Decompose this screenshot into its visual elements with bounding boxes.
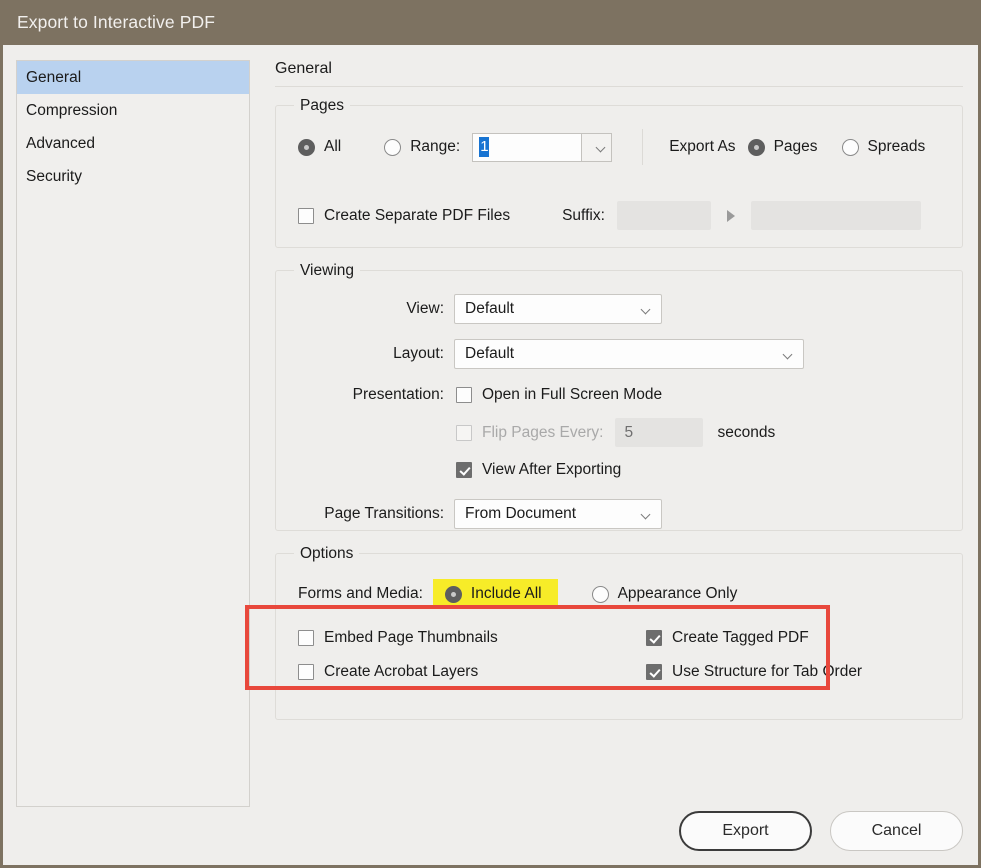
flip-pages-every-label: Flip Pages Every:: [482, 423, 604, 441]
pages-range-label: Range:: [410, 138, 461, 155]
page-range-input[interactable]: 1: [472, 132, 583, 162]
dialog-footer: Export Cancel: [679, 811, 963, 851]
page-transitions-value: From Document: [465, 505, 577, 522]
include-all-highlight: Include All: [432, 579, 558, 609]
presentation-label: Presentation:: [352, 386, 444, 403]
sidebar-item-label: General: [26, 69, 82, 86]
chevron-down-icon: [596, 144, 607, 151]
cancel-button-label: Cancel: [871, 822, 922, 839]
view-value: Default: [465, 300, 515, 317]
export-as-pages-label: Pages: [773, 138, 818, 155]
layout-value: Default: [465, 345, 515, 362]
view-after-exporting-label: View After Exporting: [482, 461, 622, 478]
include-all-radio[interactable]: [444, 585, 462, 603]
chevron-down-icon: [783, 351, 794, 358]
options-group: Options Forms and Media: Include All App…: [275, 545, 963, 720]
flip-seconds-value: 5: [624, 423, 634, 441]
dialog-title: Export to Interactive PDF: [17, 12, 215, 32]
embed-page-thumbnails-label: Embed Page Thumbnails: [324, 629, 498, 646]
use-structure-for-tab-order-label: Use Structure for Tab Order: [672, 663, 863, 680]
sidebar-item-advanced[interactable]: Advanced: [17, 127, 249, 160]
sidebar-item-security[interactable]: Security: [17, 160, 249, 193]
create-acrobat-layers-checkbox[interactable]: [298, 664, 314, 680]
page-transitions-label: Page Transitions:: [324, 505, 444, 522]
sidebar-item-label: Advanced: [26, 135, 95, 152]
export-to-interactive-pdf-dialog: Export to Interactive PDF General Compre…: [0, 0, 981, 868]
view-after-exporting-checkbox[interactable]: [456, 462, 472, 478]
flip-seconds-input[interactable]: 5: [615, 418, 704, 447]
export-button-label: Export: [722, 822, 769, 839]
settings-category-list[interactable]: General Compression Advanced Security: [16, 60, 250, 807]
suffix-field-2[interactable]: [750, 201, 921, 230]
create-tagged-pdf-label: Create Tagged PDF: [672, 629, 809, 646]
chevron-down-icon: [641, 306, 652, 313]
suffix-label: Suffix:: [562, 206, 605, 224]
page-range-dropdown-button[interactable]: [582, 132, 613, 162]
include-all-label: Include All: [470, 585, 542, 602]
layout-label: Layout:: [393, 345, 444, 362]
create-separate-pdf-files-label: Create Separate PDF Files: [324, 206, 511, 224]
use-structure-for-tab-order-checkbox[interactable]: [646, 664, 662, 680]
page-transitions-dropdown[interactable]: From Document: [454, 499, 662, 529]
create-acrobat-layers-label: Create Acrobat Layers: [324, 663, 479, 680]
appearance-only-label: Appearance Only: [617, 585, 738, 602]
pages-all-radio[interactable]: [298, 138, 315, 156]
forms-and-media-label: Forms and Media:: [298, 585, 423, 602]
seconds-label: seconds: [717, 423, 776, 441]
view-dropdown[interactable]: Default: [454, 294, 662, 324]
sidebar-item-label: Compression: [26, 102, 118, 119]
settings-content-pane: General Pages All Range: 1 Export As Pag…: [275, 60, 963, 742]
open-full-screen-mode-label: Open in Full Screen Mode: [482, 386, 663, 403]
pages-group-legend: Pages: [294, 97, 350, 115]
flip-pages-every-checkbox[interactable]: [456, 424, 472, 441]
options-group-legend: Options: [294, 545, 360, 563]
export-as-spreads-label: Spreads: [867, 138, 926, 155]
cancel-button[interactable]: Cancel: [830, 811, 963, 851]
suffix-field-1[interactable]: [616, 201, 711, 230]
arrow-right-icon[interactable]: [726, 209, 735, 222]
pages-range-radio[interactable]: [384, 138, 402, 156]
title-bar: Export to Interactive PDF: [0, 0, 981, 45]
viewing-group: Viewing View: Default Layout: Default Pr…: [275, 262, 963, 531]
pages-group: Pages All Range: 1 Export As Pages Sprea…: [275, 97, 963, 248]
sidebar-item-compression[interactable]: Compression: [17, 94, 249, 127]
create-separate-pdf-files-checkbox[interactable]: [298, 207, 314, 224]
export-as-label: Export As: [669, 138, 736, 155]
layout-dropdown[interactable]: Default: [454, 339, 804, 369]
viewing-group-legend: Viewing: [294, 262, 361, 280]
sidebar-item-label: Security: [26, 168, 82, 185]
dialog-body: General Compression Advanced Security Ge…: [3, 45, 978, 865]
title-divider: [275, 86, 963, 87]
export-button[interactable]: Export: [679, 811, 812, 851]
open-full-screen-mode-checkbox[interactable]: [456, 387, 472, 403]
export-as-spreads-radio[interactable]: [841, 138, 859, 156]
appearance-only-radio[interactable]: [591, 585, 609, 603]
section-divider: [642, 129, 644, 165]
export-as-pages-radio[interactable]: [747, 138, 765, 156]
view-label: View:: [406, 300, 444, 317]
page-range-value: 1: [479, 137, 489, 157]
sidebar-item-general[interactable]: General: [17, 61, 249, 94]
create-tagged-pdf-checkbox[interactable]: [646, 630, 662, 646]
page-title: General: [275, 60, 332, 77]
embed-page-thumbnails-checkbox[interactable]: [298, 630, 314, 646]
pages-all-label: All: [324, 138, 342, 155]
chevron-down-icon: [641, 511, 652, 518]
